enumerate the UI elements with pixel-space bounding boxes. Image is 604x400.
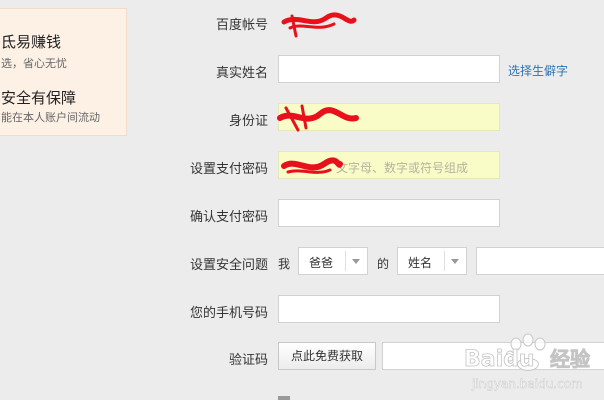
confirm-paypwd-input[interactable] xyxy=(278,199,500,227)
watermark-brand-cn: 经验 xyxy=(550,347,590,371)
baidu-jingyan-watermark: Baidu 经验 jingyan.baidu.com xyxy=(464,333,590,391)
account-label: 百度帐号 xyxy=(215,18,268,33)
promo-title-earn: 氐易赚钱 xyxy=(1,33,62,51)
attribute-select-value: 姓名 xyxy=(408,256,433,270)
redaction-scribble-id xyxy=(277,104,359,132)
security-question-label: 设置安全问题 xyxy=(189,258,268,273)
relation-select-value: 爸爸 xyxy=(309,256,334,270)
security-answer-input[interactable] xyxy=(476,247,604,275)
promo-sub-earn: 选，省心无忧 xyxy=(1,57,67,70)
paypwd-placeholder: 文字母、数字或符号组成 xyxy=(336,161,469,175)
confirm-paypwd-label: 确认支付密码 xyxy=(189,210,268,225)
paypwd-label: 设置支付密码 xyxy=(189,162,268,177)
redaction-scribble-paypwd xyxy=(281,157,343,174)
phone-label: 您的手机号码 xyxy=(189,306,268,321)
question-of: 的 xyxy=(377,257,390,271)
phone-input[interactable] xyxy=(278,295,500,323)
chevron-down-icon xyxy=(444,251,466,271)
select-rare-char-link[interactable]: 选择生僻字 xyxy=(508,62,568,79)
realname-input[interactable] xyxy=(278,55,500,83)
attribute-select[interactable]: 姓名 xyxy=(397,247,467,275)
redaction-scribble-account xyxy=(281,12,357,38)
promo-sub-safe: 能在本人账户间流动 xyxy=(1,111,100,124)
captcha-label: 验证码 xyxy=(228,353,268,368)
promo-panel: 氐易赚钱 选，省心无忧 安全有保障 能在本人账户间流动 xyxy=(0,8,127,136)
realname-label: 真实姓名 xyxy=(215,66,268,81)
watermark-url: jingyan.baidu.com xyxy=(471,377,583,391)
relation-select[interactable]: 爸爸 xyxy=(298,247,368,275)
promo-title-safe: 安全有保障 xyxy=(1,89,77,107)
question-prefix: 我 xyxy=(278,257,291,271)
chevron-down-icon xyxy=(345,251,367,271)
get-captcha-button[interactable]: 点此免费获取 xyxy=(278,342,376,370)
agreement-checkbox[interactable] xyxy=(278,396,290,400)
watermark-brand: Baidu xyxy=(464,347,535,372)
id-label: 身份证 xyxy=(228,114,268,129)
